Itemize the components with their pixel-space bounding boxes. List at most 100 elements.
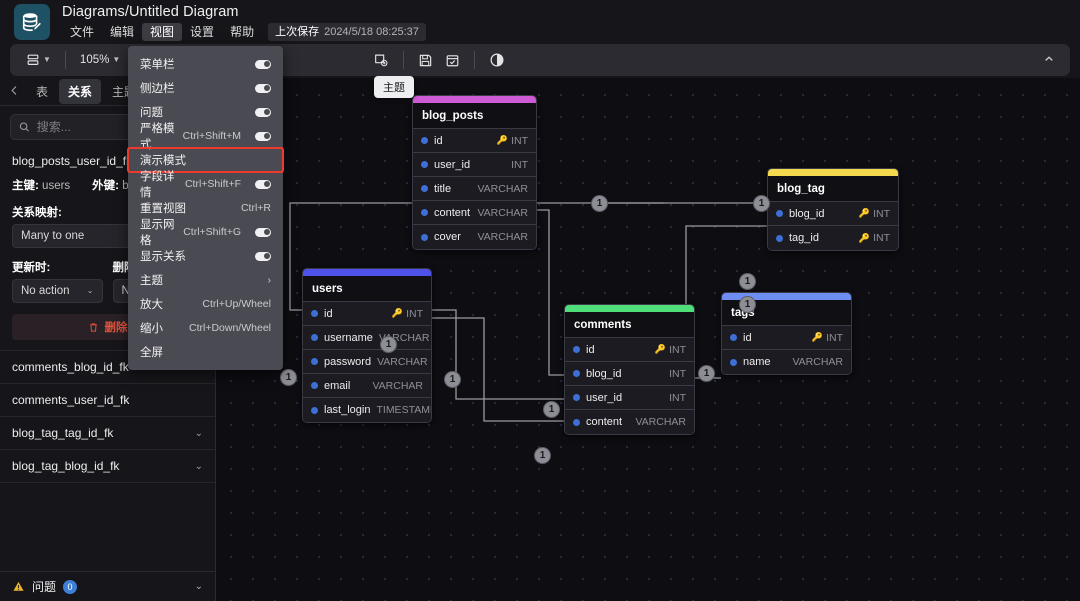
- table-row[interactable]: user_id INT: [413, 153, 536, 177]
- menu-item-label: 侧边栏: [140, 80, 175, 96]
- table-name: users: [303, 276, 431, 302]
- field-dot-icon: [776, 210, 783, 217]
- field-dot-icon: [776, 235, 783, 242]
- menu-item-show-grid[interactable]: 显示网格 Ctrl+Shift+G: [128, 220, 283, 244]
- field-type: INT: [669, 368, 686, 380]
- app-header: Diagrams/Untitled Diagram 文件 编辑 视图 设置 帮助…: [0, 0, 1080, 44]
- toggle-switch[interactable]: [255, 60, 271, 69]
- table-row[interactable]: email VARCHAR: [303, 374, 431, 398]
- menu-item-zoom-out[interactable]: 缩小 Ctrl+Down/Wheel: [128, 316, 283, 340]
- search-icon: [19, 121, 30, 133]
- field-type: VARCHAR: [792, 356, 843, 368]
- field-type: VARCHAR: [477, 231, 528, 243]
- key-icon: 🔑: [655, 344, 666, 355]
- table-node-blog_posts[interactable]: blog_posts id 🔑INT user_id INT title VAR…: [412, 95, 537, 250]
- table-row[interactable]: blog_id INT: [565, 362, 694, 386]
- theme-toggle-button[interactable]: [483, 48, 511, 72]
- table-node-users[interactable]: users id 🔑INT username VARCHAR password …: [302, 268, 432, 423]
- cardinality-badge: 1: [698, 365, 715, 382]
- layout-button[interactable]: ▼: [20, 48, 57, 72]
- on-update-value: No action: [21, 285, 70, 297]
- menu-edit[interactable]: 编辑: [102, 23, 142, 41]
- save-button[interactable]: [412, 48, 439, 72]
- todo-button[interactable]: [439, 48, 466, 72]
- menu-item-label: 缩小: [140, 320, 163, 336]
- table-node-comments[interactable]: comments id 🔑INT blog_id INT user_id INT…: [564, 304, 695, 435]
- table-row[interactable]: id 🔑INT: [303, 302, 431, 326]
- issues-bar[interactable]: 问题 0 ⌄: [0, 571, 215, 601]
- table-row[interactable]: id 🔑INT: [722, 326, 851, 350]
- primary-key-pair: 主键: users: [12, 177, 70, 193]
- on-update-select[interactable]: No action ⌄: [12, 279, 103, 303]
- table-row[interactable]: password VARCHAR: [303, 350, 431, 374]
- toggle-switch[interactable]: [255, 108, 271, 117]
- primary-key-value: users: [42, 180, 70, 192]
- field-dot-icon: [421, 185, 428, 192]
- table-row[interactable]: username VARCHAR: [303, 326, 431, 350]
- relationship-name: comments_blog_id_fk: [12, 360, 129, 374]
- node-accent-bar: [768, 169, 898, 176]
- table-row[interactable]: id 🔑INT: [565, 338, 694, 362]
- menu-item-menubar[interactable]: 菜单栏: [128, 52, 283, 76]
- menu-item-strict-mode[interactable]: 严格模式 Ctrl+Shift+M: [128, 124, 283, 148]
- field-dot-icon: [573, 394, 580, 401]
- chevron-down-icon[interactable]: ⌄: [195, 428, 203, 439]
- chevron-down-icon[interactable]: ⌄: [195, 461, 203, 472]
- table-row[interactable]: cover VARCHAR: [413, 225, 536, 249]
- field-type: VARCHAR: [477, 207, 528, 219]
- list-item[interactable]: blog_tag_tag_id_fk ⌄: [0, 417, 215, 450]
- menu-help[interactable]: 帮助: [222, 23, 262, 41]
- table-row[interactable]: title VARCHAR: [413, 177, 536, 201]
- toggle-switch[interactable]: [255, 132, 271, 141]
- toggle-switch[interactable]: [255, 228, 271, 237]
- toggle-switch[interactable]: [255, 252, 271, 261]
- app-logo[interactable]: [14, 4, 50, 40]
- zoom-level: 105%: [80, 54, 109, 66]
- menu-item-field-details[interactable]: 字段详情 Ctrl+Shift+F: [128, 172, 283, 196]
- list-item[interactable]: blog_tag_blog_id_fk ⌄: [0, 450, 215, 483]
- field-dot-icon: [573, 346, 580, 353]
- page-title: Diagrams/Untitled Diagram: [62, 4, 426, 21]
- menu-file[interactable]: 文件: [62, 23, 102, 41]
- table-row[interactable]: last_login TIMESTAMP: [303, 398, 431, 422]
- zoom-selector[interactable]: 105% ▼: [74, 48, 126, 72]
- cardinality-badge: 1: [280, 369, 297, 386]
- chevron-down-icon: ▼: [112, 56, 120, 64]
- key-icon: 🔑: [859, 233, 870, 244]
- trash-icon: [88, 322, 99, 333]
- diagram-canvas[interactable]: blog_posts id 🔑INT user_id INT title VAR…: [216, 78, 1080, 601]
- key-icon: 🔑: [497, 135, 508, 146]
- table-row[interactable]: id 🔑INT: [413, 129, 536, 153]
- field-name: id: [586, 344, 595, 356]
- field-dot-icon: [730, 359, 737, 366]
- list-item[interactable]: comments_user_id_fk: [0, 384, 215, 417]
- table-row[interactable]: blog_id 🔑INT: [768, 202, 898, 226]
- field-name: email: [324, 380, 350, 392]
- table-node-blog_tag[interactable]: blog_tag blog_id 🔑INT tag_id 🔑INT: [767, 168, 899, 251]
- menu-item-show-relationships[interactable]: 显示关系: [128, 244, 283, 268]
- table-row[interactable]: content VARCHAR: [565, 410, 694, 434]
- chevron-down-icon[interactable]: ⌄: [195, 581, 203, 592]
- table-row[interactable]: name VARCHAR: [722, 350, 851, 374]
- field-name: last_login: [324, 404, 370, 416]
- add-table-button[interactable]: [367, 48, 395, 72]
- toggle-switch[interactable]: [255, 180, 271, 189]
- tabs-scroll-left-button[interactable]: [4, 85, 25, 99]
- menu-view[interactable]: 视图: [142, 23, 182, 41]
- collapse-toolbar-button[interactable]: [1038, 52, 1060, 69]
- menu-settings[interactable]: 设置: [182, 23, 222, 41]
- table-row[interactable]: content VARCHAR: [413, 201, 536, 225]
- table-row[interactable]: user_id INT: [565, 386, 694, 410]
- menu-item-theme[interactable]: 主题 ›: [128, 268, 283, 292]
- foreign-key-label: 外键:: [92, 180, 119, 192]
- table-row[interactable]: tag_id 🔑INT: [768, 226, 898, 250]
- cardinality-badge: 1: [739, 296, 756, 313]
- menu-item-fullscreen[interactable]: 全屏: [128, 340, 283, 364]
- toggle-switch[interactable]: [255, 84, 271, 93]
- tab-tables[interactable]: 表: [27, 79, 57, 104]
- field-name: id: [324, 308, 333, 320]
- menu-item-zoom-in[interactable]: 放大 Ctrl+Up/Wheel: [128, 292, 283, 316]
- tab-relationships[interactable]: 关系: [59, 79, 101, 104]
- field-dot-icon: [311, 334, 318, 341]
- menu-item-sidebar[interactable]: 侧边栏: [128, 76, 283, 100]
